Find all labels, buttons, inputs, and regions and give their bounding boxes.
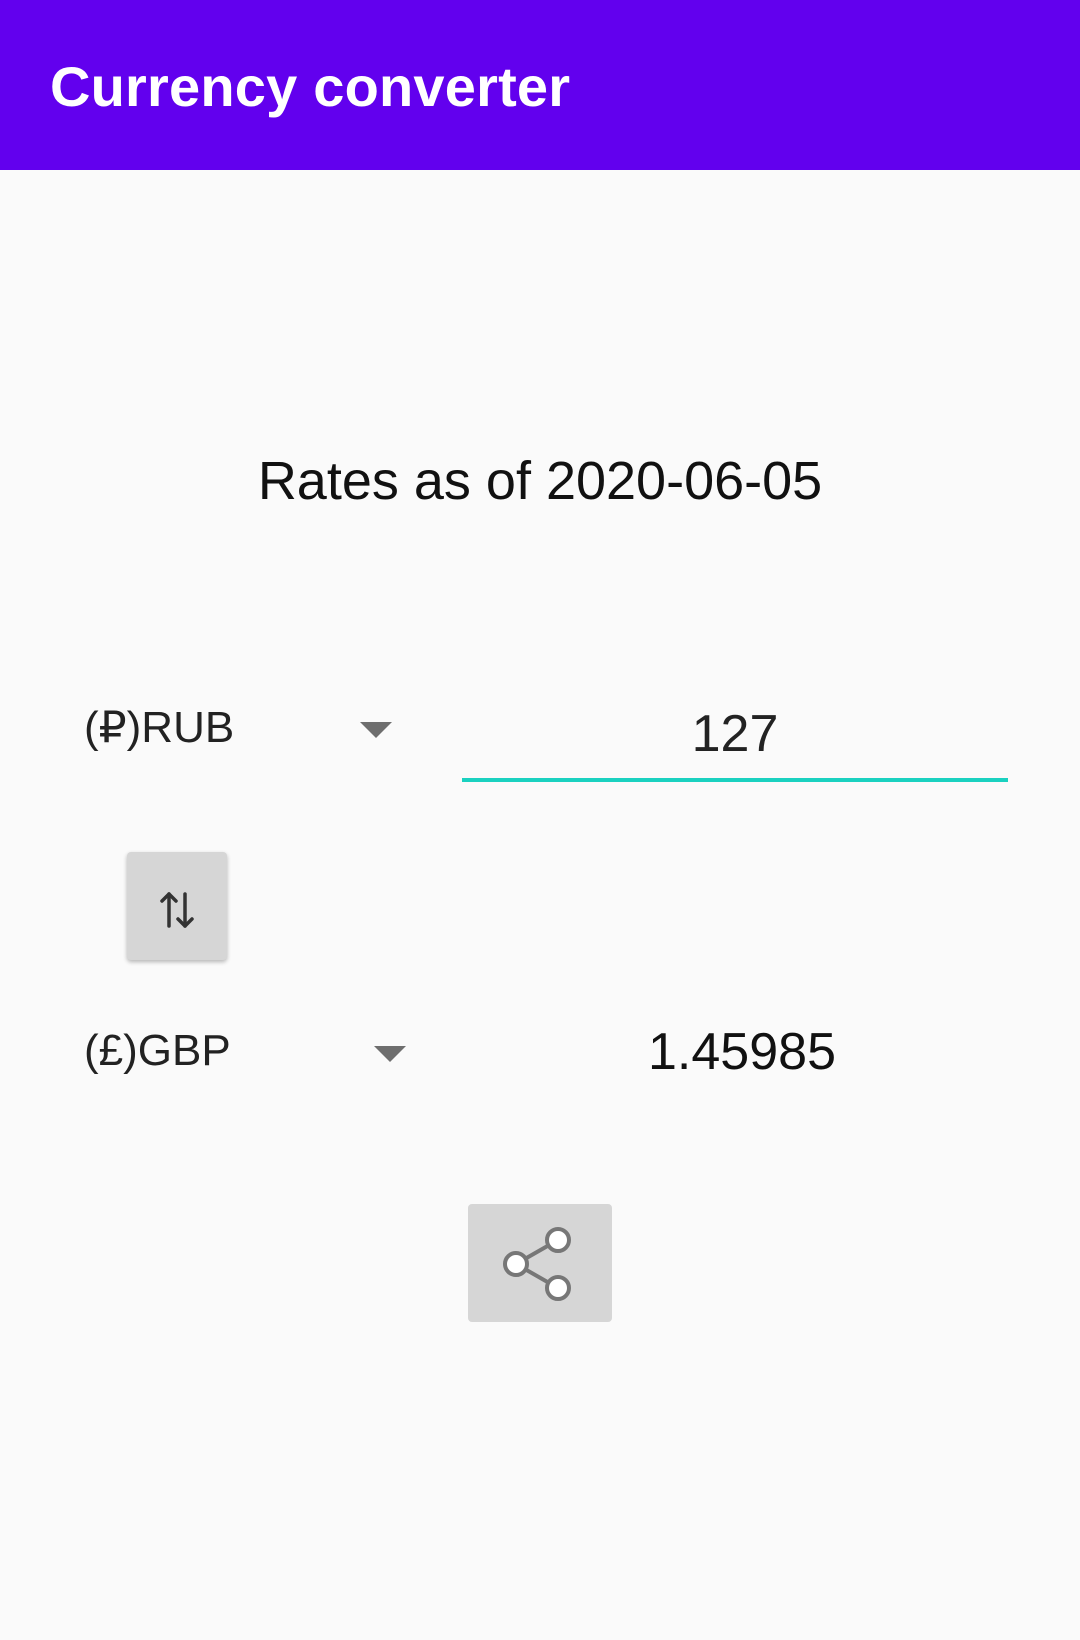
swap-vertical-icon [160,892,194,928]
app-title: Currency converter [50,55,571,118]
to-currency-spinner[interactable]: (£)GBP [84,1016,414,1096]
from-currency-label: (₽)RUB [84,703,235,752]
share-icon [503,1227,571,1301]
rates-date-label: Rates as of 2020-06-05 [257,451,823,511]
swap-button[interactable] [127,852,227,960]
from-currency-spinner[interactable]: (₽)RUB [84,692,414,772]
to-currency-label: (£)GBP [84,1026,231,1075]
caret-down-icon [360,722,392,738]
app-bar: Currency converter [0,0,1080,170]
caret-down-icon [374,1046,406,1062]
amount-input[interactable] [462,690,1008,782]
main-content: Rates as of 2020-06-05 (₽)RUB (£)GBP 1.4… [0,170,1080,1640]
share-button[interactable] [468,1204,612,1322]
converted-amount: 1.45985 [648,1023,836,1081]
